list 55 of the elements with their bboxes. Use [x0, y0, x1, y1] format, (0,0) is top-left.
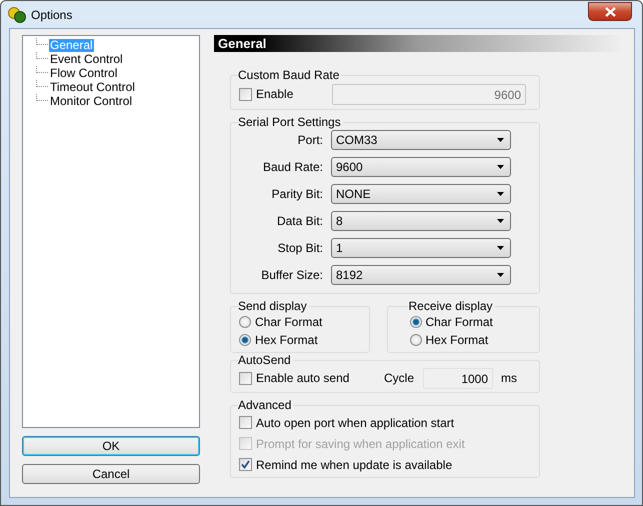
- radio-button[interactable]: [239, 316, 251, 328]
- dropdown[interactable]: NONE: [331, 184, 511, 204]
- field-label: Stop Bit:: [276, 241, 323, 255]
- app-icon: [8, 6, 26, 23]
- dropdown[interactable]: 9600: [331, 157, 511, 177]
- caret-icon: [497, 246, 504, 250]
- section-header: General: [214, 35, 620, 52]
- group-title: Serial Port Settings: [238, 115, 341, 129]
- field-label: Data Bit:: [276, 214, 323, 228]
- checkbox-box[interactable]: [239, 458, 252, 471]
- tree-item[interactable]: Event Control: [49, 52, 124, 66]
- dropdown[interactable]: 1: [331, 238, 511, 258]
- checkbox-label: Enable: [256, 87, 294, 101]
- tree-item[interactable]: Flow Control: [49, 66, 118, 80]
- group-title: AutoSend: [238, 353, 291, 367]
- radio-label: Hex Format: [255, 333, 318, 347]
- caret-icon: [497, 273, 504, 277]
- baud-rate-field[interactable]: 9600: [332, 84, 526, 104]
- dialog-button[interactable]: OK: [22, 436, 200, 456]
- group-title: Custom Baud Rate: [238, 68, 340, 82]
- radio-button[interactable]: [239, 334, 251, 346]
- checkbox-box[interactable]: [239, 372, 252, 384]
- radio-label: Char Format: [255, 315, 322, 329]
- window-title: Options: [31, 8, 74, 22]
- field-label: Baud Rate:: [262, 160, 323, 174]
- group-title: Advanced: [238, 398, 292, 412]
- checkbox-box[interactable]: [239, 88, 252, 100]
- dropdown[interactable]: 8: [331, 211, 511, 231]
- tree-item[interactable]: Monitor Control: [49, 94, 134, 108]
- checkbox[interactable]: Enable: [239, 87, 332, 101]
- radio-label: Hex Format: [426, 333, 488, 347]
- cycle-label: Cycle: [384, 371, 414, 385]
- radio-button[interactable]: [410, 316, 422, 328]
- caret-icon: [497, 192, 504, 196]
- checkbox-box[interactable]: [239, 416, 252, 429]
- radio-button[interactable]: [410, 334, 422, 346]
- caret-icon: [497, 138, 504, 142]
- dropdown[interactable]: 8192: [331, 265, 511, 285]
- group-title: Send display: [238, 299, 307, 313]
- dialog-button[interactable]: Cancel: [22, 464, 200, 484]
- checkbox-label: Enable auto send: [256, 371, 350, 385]
- unit-label: ms: [501, 371, 518, 385]
- dropdown[interactable]: COM33: [331, 130, 511, 150]
- caret-icon: [497, 165, 504, 169]
- field-label: Buffer Size:: [260, 268, 323, 282]
- tree-item[interactable]: Timeout Control: [49, 80, 136, 94]
- caret-icon: [497, 219, 504, 223]
- field-label: Port:: [296, 133, 323, 147]
- cycle-field[interactable]: 1000: [423, 368, 494, 388]
- group-title: Receive display: [408, 299, 493, 313]
- field-label: Parity Bit:: [270, 187, 323, 201]
- radio-label: Char Format: [426, 315, 493, 329]
- close-icon: [604, 6, 616, 16]
- checkbox[interactable]: Enable auto send: [239, 371, 384, 385]
- close-button[interactable]: [588, 2, 632, 21]
